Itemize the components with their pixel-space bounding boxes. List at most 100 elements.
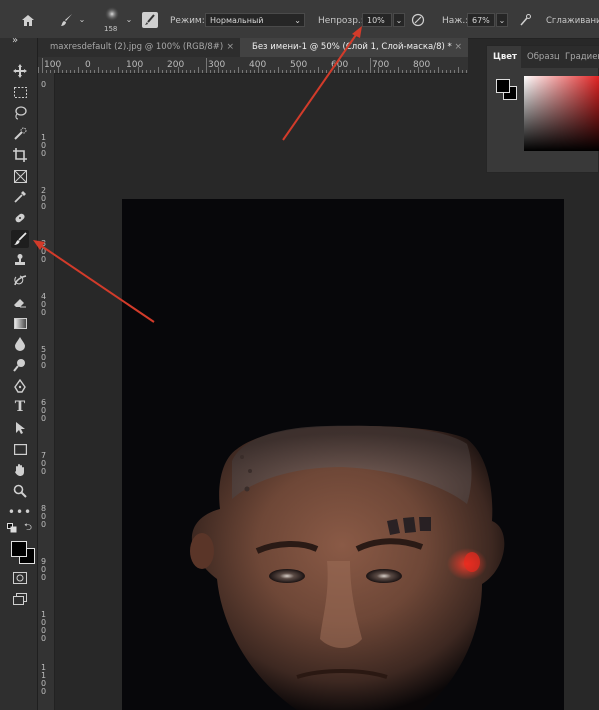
tools-panel: » T ••• ⮌ <box>0 35 38 710</box>
ruler-tick <box>398 67 399 73</box>
color-panel: Цвет Образцы Градиенты <box>486 45 599 173</box>
marquee-tool-icon[interactable] <box>11 83 29 101</box>
lasso-tool-icon[interactable] <box>11 104 29 122</box>
ruler-label: 0 <box>41 80 47 89</box>
ruler-tick <box>354 70 355 73</box>
swap-colors-icon[interactable]: ⮌ <box>22 522 34 534</box>
tab-swatches[interactable]: Образцы <box>521 46 559 68</box>
ruler-tick <box>154 70 155 73</box>
chevron-down-icon[interactable]: ⌄ <box>124 13 134 25</box>
flow-input[interactable]: 67% <box>467 13 495 27</box>
ruler-label: 200 <box>167 60 185 70</box>
tab-color[interactable]: Цвет <box>487 46 521 68</box>
ruler-tick <box>270 70 271 73</box>
ruler-tick <box>94 70 95 73</box>
path-selection-tool-icon[interactable] <box>11 419 29 437</box>
close-icon[interactable]: × <box>454 38 462 57</box>
tab-gradients[interactable]: Градиенты <box>559 46 599 68</box>
ruler-tick <box>382 70 383 73</box>
flow-value: 67% <box>472 16 490 25</box>
brush-tip-preview[interactable] <box>102 6 122 22</box>
quick-selection-tool-icon[interactable] <box>11 125 29 143</box>
clone-stamp-tool-icon[interactable] <box>11 251 29 269</box>
ruler-tick <box>390 70 391 73</box>
airbrush-icon[interactable] <box>517 12 533 28</box>
ruler-tick <box>394 70 395 73</box>
document-canvas[interactable] <box>122 199 564 710</box>
tab-maxresdefault[interactable]: maxresdefault (2).jpg @ 100% (RGB/8#) × <box>38 38 240 57</box>
ruler-tick <box>258 67 259 73</box>
ruler-tick <box>378 67 379 73</box>
gradient-tool-icon[interactable] <box>11 314 29 332</box>
ruler-tick <box>422 70 423 73</box>
foreground-color-swatch[interactable] <box>11 541 27 557</box>
chevron-down-icon[interactable]: ⌄ <box>393 13 405 27</box>
pressure-opacity-icon[interactable] <box>410 12 426 28</box>
ruler-tick <box>186 70 187 73</box>
ruler-label: 200 <box>41 186 47 211</box>
ruler-tick <box>310 70 311 73</box>
ruler-tick <box>230 70 231 73</box>
ruler-tick <box>226 70 227 73</box>
ruler-tick <box>458 67 459 73</box>
crop-tool-icon[interactable] <box>11 146 29 164</box>
zoom-tool-icon[interactable] <box>11 482 29 500</box>
ruler-tick <box>426 70 427 73</box>
mode-dropdown[interactable]: Нормальный ⌄ <box>205 13 305 27</box>
chevron-down-icon[interactable]: ⌄ <box>496 13 508 27</box>
ruler-tick <box>98 67 99 73</box>
home-icon[interactable] <box>18 11 38 29</box>
frame-tool-icon[interactable] <box>11 167 29 185</box>
dodge-tool-icon[interactable] <box>11 356 29 374</box>
eraser-tool-icon[interactable] <box>11 293 29 311</box>
ruler-tick <box>286 70 287 73</box>
ruler-tick <box>362 70 363 73</box>
ruler-tick <box>182 70 183 73</box>
pen-tool-icon[interactable] <box>11 377 29 395</box>
close-icon[interactable]: × <box>226 38 234 57</box>
ruler-tick <box>122 70 123 73</box>
chevron-down-icon[interactable]: ⌄ <box>77 13 87 25</box>
ruler-tick <box>118 67 119 73</box>
hand-tool-icon[interactable] <box>11 461 29 479</box>
brush-settings-icon[interactable] <box>142 12 158 28</box>
type-tool-icon[interactable]: T <box>11 398 29 416</box>
mode-value: Нормальный <box>210 16 264 25</box>
ruler-tick <box>90 70 91 73</box>
quick-mask-icon[interactable] <box>11 569 29 587</box>
default-colors-icon[interactable] <box>6 522 18 534</box>
opacity-input[interactable]: 10% <box>362 13 392 27</box>
ruler-label: 900 <box>41 557 47 582</box>
blur-tool-icon[interactable] <box>11 335 29 353</box>
brush-size-label: 158 <box>104 25 118 33</box>
ruler-label: 800 <box>413 60 431 70</box>
eyedropper-tool-icon[interactable] <box>11 188 29 206</box>
ruler-tick <box>78 67 79 73</box>
ruler-label: 600 <box>331 60 349 70</box>
document-tabs: maxresdefault (2).jpg @ 100% (RGB/8#) × … <box>38 38 468 57</box>
tab-label: maxresdefault (2).jpg @ 100% (RGB/8#) <box>50 42 224 52</box>
healing-brush-tool-icon[interactable] <box>11 209 29 227</box>
ruler-tick <box>206 58 207 73</box>
ruler-tick <box>66 70 67 73</box>
saturation-brightness-picker[interactable] <box>524 76 599 151</box>
rectangle-tool-icon[interactable] <box>11 440 29 458</box>
history-brush-tool-icon[interactable] <box>11 272 29 290</box>
ruler-tick <box>126 70 127 73</box>
brush-tool-preset-icon[interactable] <box>58 11 76 29</box>
collapse-toolbar-icon[interactable]: » <box>12 35 18 46</box>
ruler-tick <box>150 70 151 73</box>
panel-foreground-swatch[interactable] <box>496 79 510 93</box>
chevron-down-icon: ⌄ <box>294 16 301 25</box>
ruler-tick <box>42 58 43 73</box>
ruler-tick <box>342 70 343 73</box>
brush-tool-icon[interactable] <box>11 230 29 248</box>
ruler-tick <box>466 70 467 73</box>
screen-mode-icon[interactable] <box>11 590 29 608</box>
more-tools-icon[interactable]: ••• <box>8 503 31 521</box>
vertical-ruler: 0 100 200 300 400 500 600 700 800 900 1000 1100 <box>38 73 55 710</box>
move-tool-icon[interactable] <box>11 62 29 80</box>
ruler-tick <box>174 70 175 73</box>
ruler-tick <box>454 70 455 73</box>
tab-untitled-1[interactable]: Без имени-1 @ 50% (Слой 1, Слой-маска/8)… <box>240 38 468 57</box>
